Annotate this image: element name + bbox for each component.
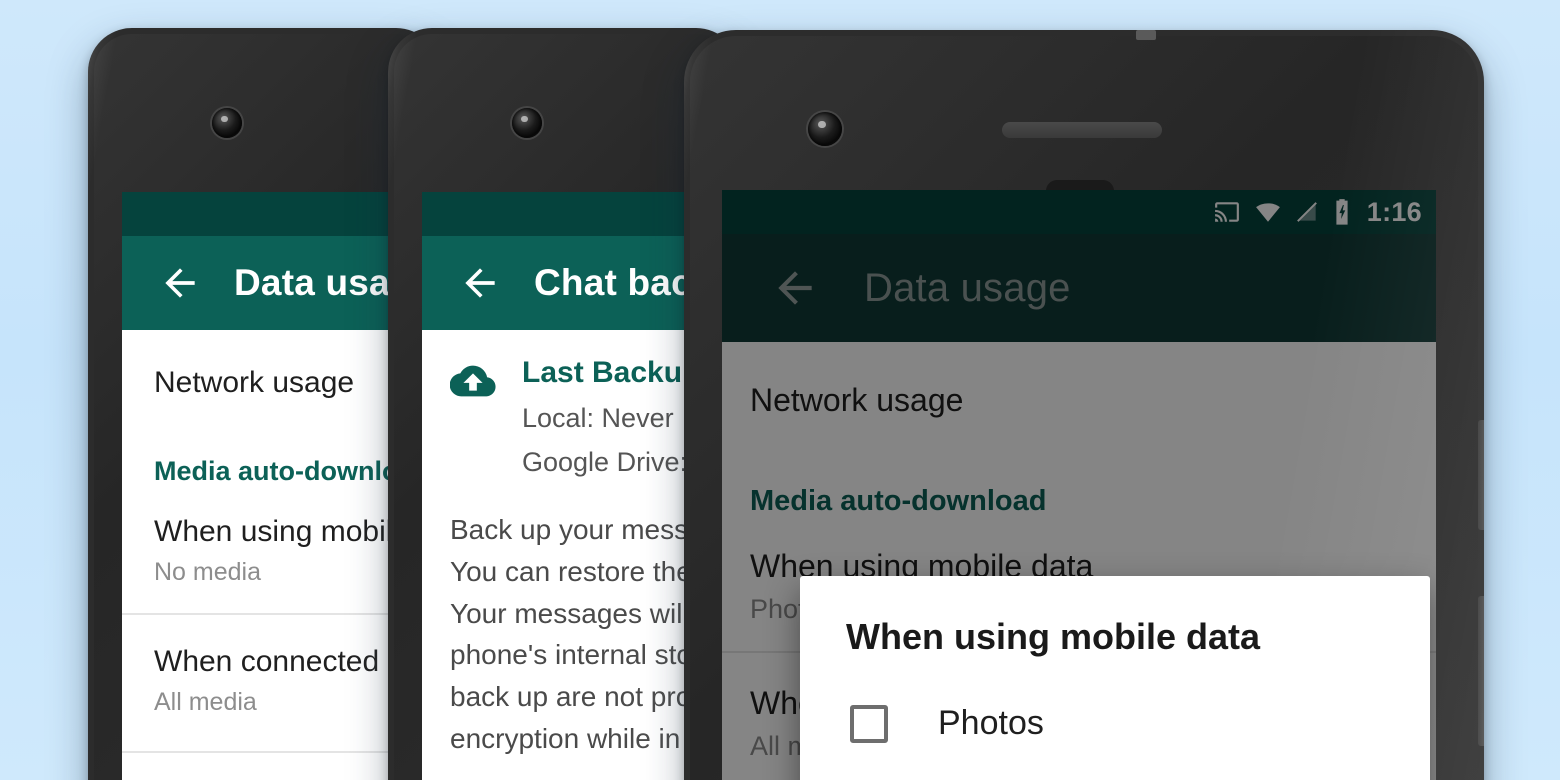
phone-middle-app-bar: Chat backup: [422, 236, 712, 330]
backup-paragraph-line: Your messages will also be backed up to …: [450, 597, 712, 629]
section-media-auto-download: Media auto-download: [154, 456, 412, 486]
list-divider: [122, 751, 412, 753]
volume-button[interactable]: [1478, 596, 1484, 746]
dialog-option-photos[interactable]: Photos: [800, 668, 1430, 765]
phone-left-title: Data usage: [234, 262, 412, 303]
phone-middle-content: Last Backup Local: Never Google Drive: N…: [422, 330, 712, 780]
back-arrow-icon[interactable]: [158, 261, 202, 305]
backup-paragraph-line: encryption while in Google Drive.: [450, 723, 712, 755]
last-backup-block: Last Backup Local: Never Google Drive: N…: [422, 330, 712, 478]
phone-middle-status-bar: [422, 192, 712, 236]
dialog-title: When using mobile data: [846, 616, 1261, 657]
backup-paragraph-line: back up are not protected by WhatsApp en…: [450, 681, 712, 713]
backup-paragraph-line: You can restore them when you reinstall …: [450, 555, 712, 587]
row-title: When connected on Wi-Fi: [154, 645, 412, 678]
back-arrow-icon[interactable]: [458, 261, 502, 305]
row-subtitle: No media: [154, 558, 261, 586]
dialog-option-audio[interactable]: Audio: [800, 765, 1430, 780]
front-camera-icon: [212, 108, 242, 138]
cloud-upload-icon: [450, 365, 496, 397]
row-title: Network usage: [154, 366, 355, 399]
row-wifi[interactable]: When connected on Wi-Fi All media: [122, 615, 412, 751]
backup-paragraph-line: phone's internal storage. Messages and m…: [450, 639, 712, 671]
phone-front: 1:16 Data usage Network usage Media auto…: [684, 30, 1484, 780]
row-mobile-data[interactable]: When using mobile data No media: [122, 497, 412, 613]
backup-paragraph-line: Back up your messages and media to Googl…: [450, 514, 712, 545]
backup-description: Back up your messages and media to Googl…: [422, 512, 712, 780]
phone-left-screen: Data usage Network usage Media auto-down…: [122, 192, 412, 780]
front-camera-icon: [808, 112, 842, 146]
antenna-nub: [1136, 30, 1156, 40]
dialog-option-label: Photos: [938, 704, 1044, 742]
phone-left-status-bar: [122, 192, 412, 236]
row-network-usage[interactable]: Network usage: [122, 330, 412, 434]
earpiece-speaker: [1002, 122, 1162, 138]
phone-middle-screen: Chat backup Last Backup Local: Never Goo…: [422, 192, 712, 780]
row-subtitle: All media: [154, 688, 257, 716]
front-camera-icon: [512, 108, 542, 138]
row-title: When using mobile data: [154, 515, 412, 548]
phone-left-app-bar: Data usage: [122, 236, 412, 330]
checkbox-photos[interactable]: [850, 704, 888, 743]
screenshot-stage: Data usage Network usage Media auto-down…: [0, 0, 1560, 780]
mobile-data-dialog: When using mobile data Photos Audio: [800, 576, 1430, 780]
phone-front-screen: 1:16 Data usage Network usage Media auto…: [722, 190, 1436, 780]
power-button[interactable]: [1478, 420, 1484, 530]
phone-left-content: Network usage Media auto-download When u…: [122, 330, 412, 753]
